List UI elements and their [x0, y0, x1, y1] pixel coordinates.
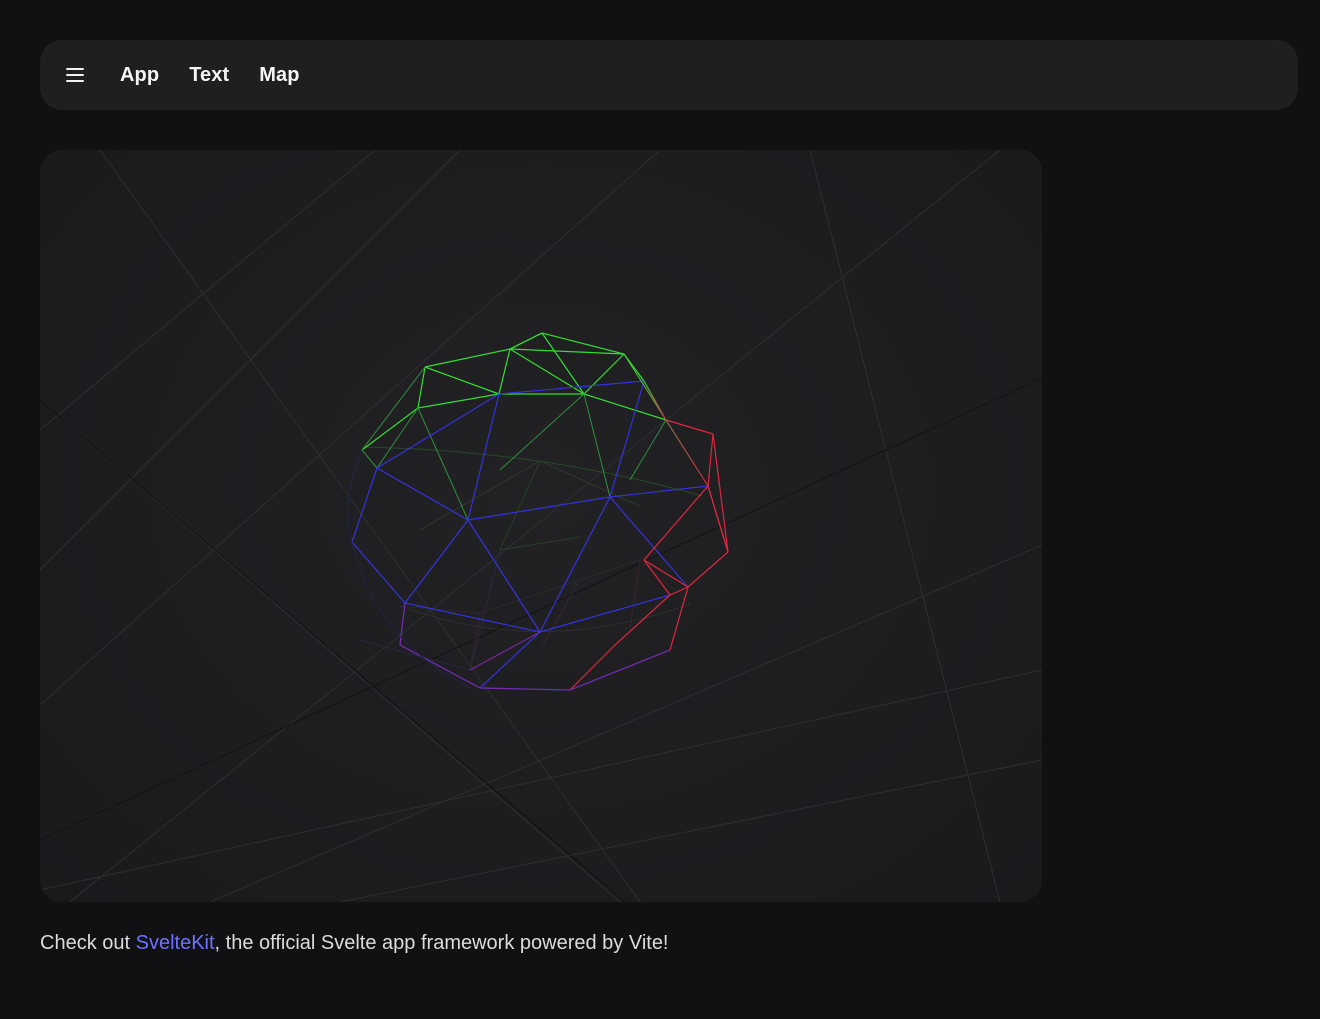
footer-note: Check out SvelteKit, the official Svelte…	[40, 932, 669, 955]
sphere-right-red	[569, 419, 729, 691]
top-navbar: App Text Map	[40, 40, 1298, 110]
sphere-bottom-purple	[399, 602, 671, 691]
hamburger-menu-icon[interactable]	[66, 68, 84, 82]
ground-grid-dark	[40, 377, 1042, 902]
sphere-front-blue	[351, 380, 709, 691]
3d-scene-canvas[interactable]	[40, 150, 1042, 902]
nav-link-app[interactable]: App	[120, 64, 159, 87]
sphere-right-gradient	[623, 353, 709, 487]
nav-link-map[interactable]: Map	[259, 64, 299, 87]
ground-grid	[40, 150, 1042, 902]
nav-link-text[interactable]: Text	[189, 64, 229, 87]
footer-suffix: , the official Svelte app framework powe…	[214, 932, 669, 954]
sveltekit-link[interactable]: SvelteKit	[136, 932, 215, 954]
sphere-top-edges	[361, 332, 667, 451]
footer-prefix: Check out	[40, 932, 136, 954]
wireframe-sphere-view	[40, 150, 1042, 902]
